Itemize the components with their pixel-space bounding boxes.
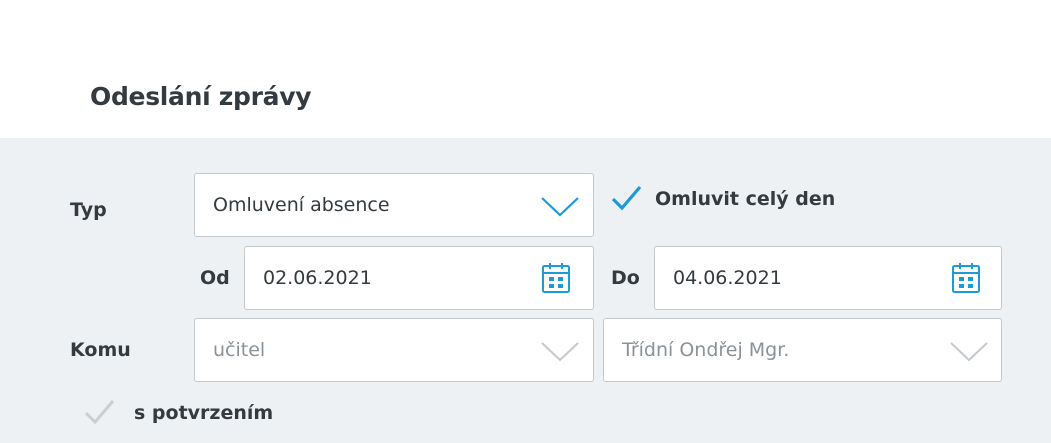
recipient-type-value: učitel bbox=[213, 339, 266, 361]
dialog-title: Odeslání zprávy bbox=[90, 82, 312, 111]
chevron-down-icon bbox=[950, 342, 988, 362]
confirmation-checkbox[interactable] bbox=[82, 397, 116, 427]
whole-day-label: Omluvit celý den bbox=[655, 188, 836, 210]
to-date-value: 04.06.2021 bbox=[673, 267, 782, 289]
recipient-name-value: Třídní Ondřej Mgr. bbox=[622, 339, 790, 361]
confirmation-label: s potvrzením bbox=[134, 402, 274, 424]
whole-day-checkbox[interactable] bbox=[609, 183, 643, 213]
chevron-down-icon bbox=[541, 342, 579, 362]
from-label: Od bbox=[200, 267, 230, 289]
calendar-icon[interactable] bbox=[951, 262, 981, 294]
calendar-icon[interactable] bbox=[541, 262, 571, 294]
type-select[interactable]: Omluvení absence bbox=[194, 173, 594, 237]
message-dialog: Odeslání zprávy Typ Omluvení absence Oml… bbox=[0, 0, 1051, 443]
type-select-value: Omluvení absence bbox=[213, 194, 390, 216]
from-date-value: 02.06.2021 bbox=[263, 267, 372, 289]
message-form: Typ Omluvení absence Omluvit celý den Od… bbox=[0, 138, 1051, 443]
from-date-input[interactable]: 02.06.2021 bbox=[244, 246, 594, 310]
recipient-type-select[interactable]: učitel bbox=[194, 318, 594, 382]
dialog-header: Odeslání zprávy bbox=[0, 0, 1051, 138]
chevron-down-icon bbox=[541, 197, 579, 217]
to-label: Do bbox=[611, 267, 640, 289]
to-date-input[interactable]: 04.06.2021 bbox=[654, 246, 1002, 310]
type-label: Typ bbox=[70, 199, 107, 221]
recipient-name-select[interactable]: Třídní Ondřej Mgr. bbox=[603, 318, 1002, 382]
recipient-label: Komu bbox=[70, 339, 131, 361]
